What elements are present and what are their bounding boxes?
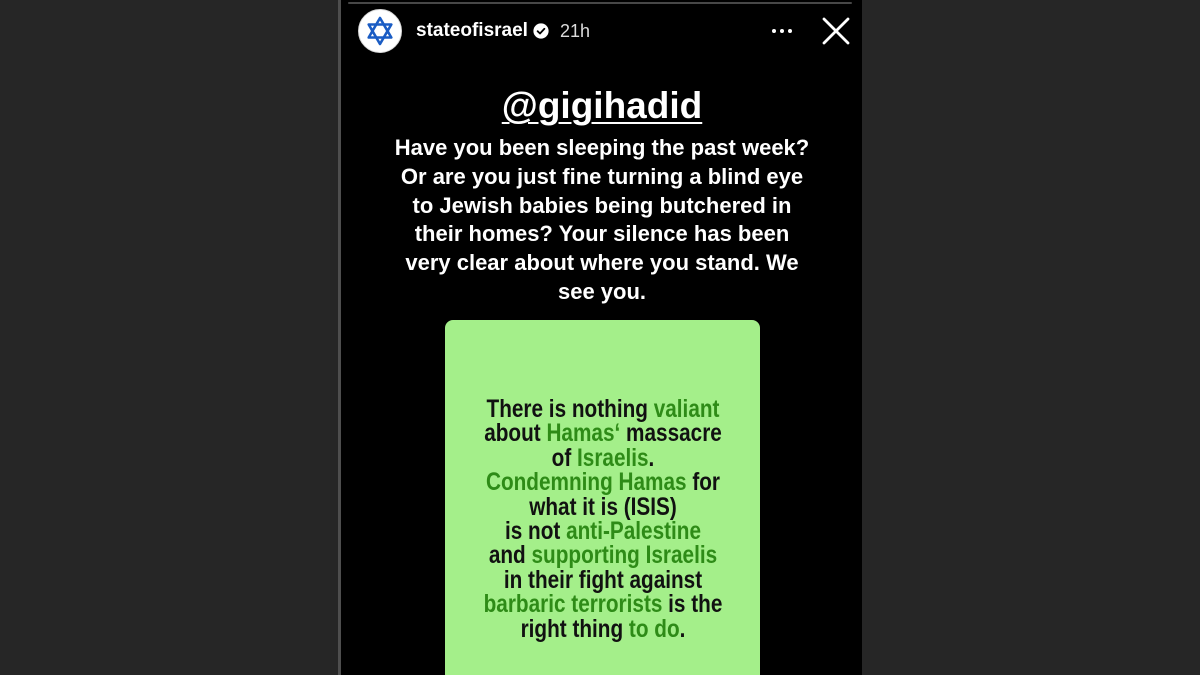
mention-headline: @gigihadid (338, 84, 862, 128)
card-text-segment: about (484, 419, 547, 448)
caption-line: their homes? Your silence has been (414, 221, 790, 247)
story-caption: Have you been sleeping the past week? Or… (338, 134, 862, 307)
card-text-segment: . (679, 614, 686, 643)
card-line: is not anti-Palestine (437, 519, 769, 544)
card-text-segment: for (686, 468, 721, 497)
caption-line: to Jewish babies being butchered in (412, 192, 792, 218)
quote-card-text: There is nothing valiant about Hamas‘ ma… (437, 397, 769, 643)
story-progress-bar (348, 2, 852, 4)
story-viewer: stateofisrael 21h @gigihadid Have you be… (338, 0, 862, 675)
caption-line: see you. (557, 278, 647, 304)
card-line: Condemning Hamas for (437, 468, 769, 497)
card-line: what it is (ISIS) (437, 494, 769, 519)
mention-link[interactable]: @gigihadid (502, 85, 703, 126)
username[interactable]: stateofisrael (416, 20, 528, 42)
card-line: There is nothing valiant (437, 397, 769, 422)
more-horizontal-icon (772, 29, 792, 33)
card-line: barbaric terrorists is the (437, 592, 769, 617)
card-line: of Israelis. (437, 445, 769, 470)
verified-badge-icon (533, 23, 549, 39)
star-of-david-icon (367, 16, 393, 46)
card-text-segment: right thing (520, 614, 629, 643)
more-options-button[interactable] (770, 21, 794, 41)
post-time: 21h (560, 21, 591, 41)
quote-card: There is nothing valiant about Hamas‘ ma… (445, 320, 760, 675)
close-button[interactable] (822, 17, 850, 45)
caption-line: Or are you just fine turning a blind eye (400, 163, 804, 189)
card-line: about Hamas‘ massacre (437, 419, 769, 448)
caption-line: Have you been sleeping the past week? (394, 135, 810, 160)
card-line: and supporting Israelis (437, 543, 769, 568)
card-highlight-segment: to do (628, 614, 680, 643)
card-line: right thing to do. (437, 614, 769, 643)
close-icon (822, 17, 850, 45)
profile-avatar[interactable] (358, 9, 402, 53)
card-line: in their fight against (437, 567, 769, 592)
caption-line: very clear about where you stand. We (405, 250, 799, 276)
